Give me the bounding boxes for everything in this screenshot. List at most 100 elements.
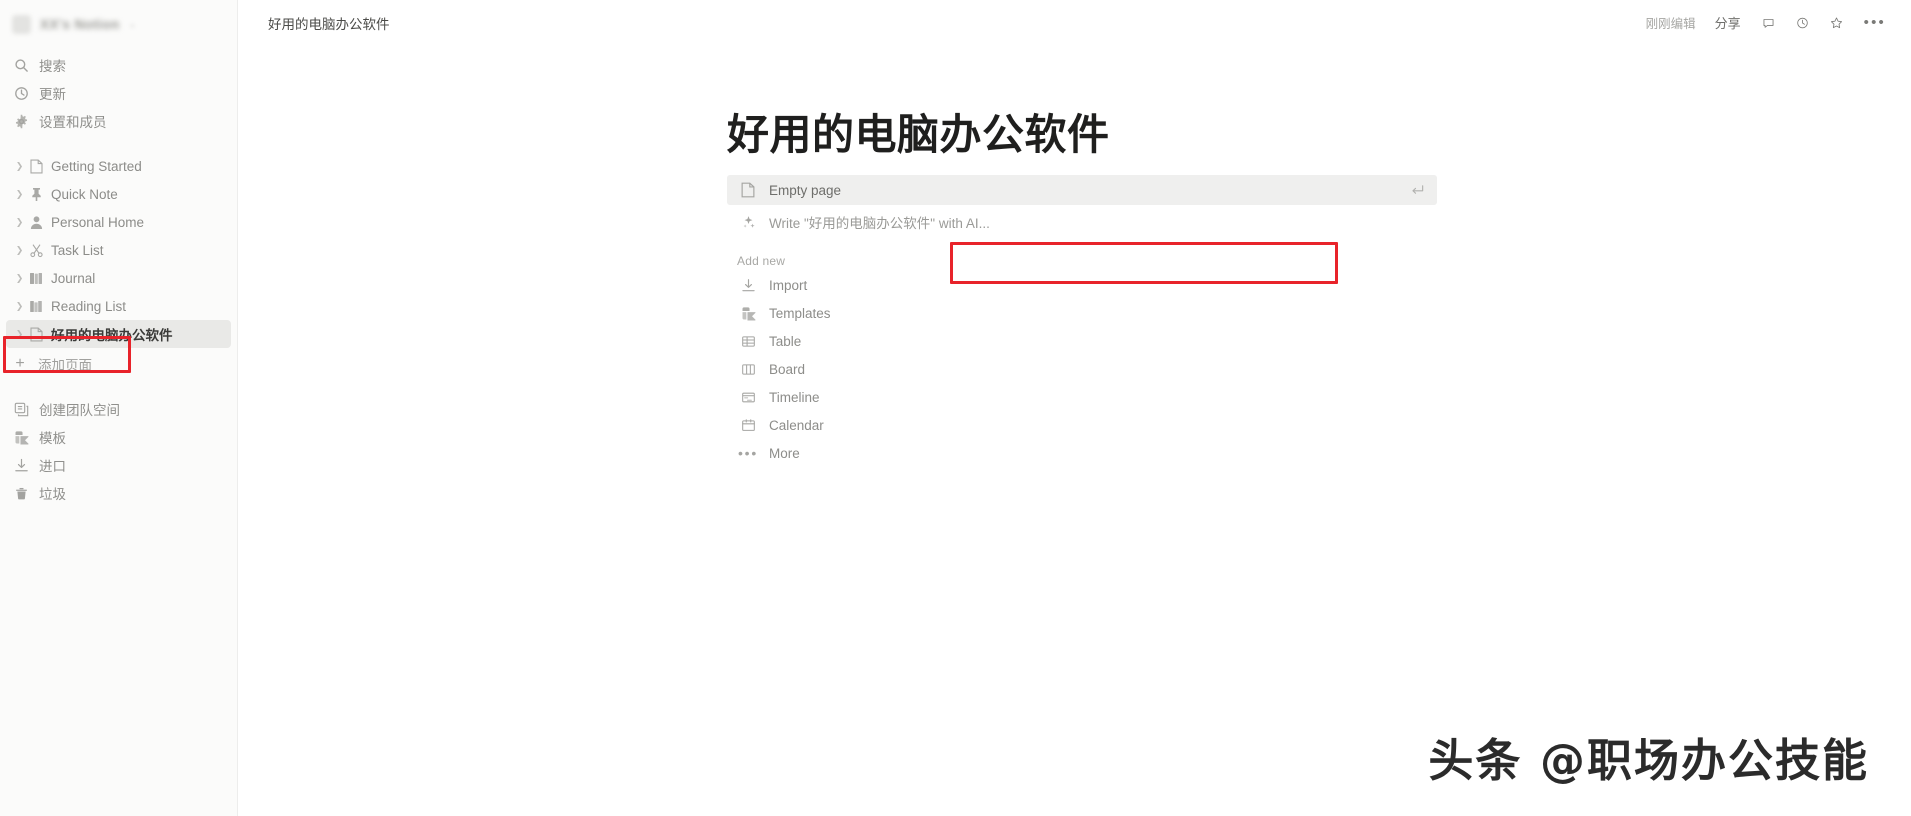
menu-item-label: Templates [769, 305, 831, 321]
chevron-right-icon[interactable]: ❯ [12, 301, 27, 312]
page-content: 好用的电脑办公软件 Empty page Write "好用的电脑办公软件" w… [238, 45, 1911, 467]
chevron-down-icon: ⌄ [128, 18, 137, 29]
pin-icon [27, 187, 45, 202]
document-icon [27, 327, 45, 342]
gear-icon [13, 113, 29, 129]
document-icon [737, 182, 759, 198]
menu-item-label: Table [769, 333, 802, 349]
sidebar-item-label: 进口 [39, 459, 66, 474]
menu-item-label: Write "好用的电脑办公软件" with AI... [769, 216, 990, 232]
menu-item-label: Board [769, 361, 806, 377]
ai-sparkle-icon [737, 215, 759, 230]
enter-key-icon [1410, 183, 1425, 198]
share-button[interactable]: 分享 [1707, 8, 1749, 37]
add-page-label: 添加页面 [38, 358, 92, 373]
plus-icon: + [15, 355, 25, 372]
sidebar-item-label: 搜索 [39, 59, 66, 74]
sidebar-item-settings[interactable]: 设置和成员 [6, 107, 231, 135]
menu-item-more[interactable]: ••• More [727, 439, 1437, 467]
import-icon [737, 278, 759, 293]
workspace-switcher[interactable]: XX's Notion ⌄ [6, 7, 231, 41]
menu-item-label: Import [769, 277, 808, 293]
menu-item-label: More [769, 445, 800, 461]
menu-item-templates[interactable]: Templates [727, 299, 1437, 327]
menu-item-empty-page[interactable]: Empty page [727, 175, 1437, 206]
new-page-menu: Empty page Write "好用的电脑办公软件" with AI... … [727, 175, 1437, 467]
workspace-avatar [12, 14, 31, 34]
top-bar: 好用的电脑办公软件 刚刚编辑 分享 ••• [238, 0, 1911, 45]
sidebar-page-label: Quick Note [51, 186, 118, 202]
more-dots-icon: ••• [737, 445, 759, 462]
menu-item-label: Empty page [769, 182, 842, 198]
books-icon [27, 299, 45, 314]
person-icon [27, 215, 45, 230]
menu-item-write-with-ai[interactable]: Write "好用的电脑办公软件" with AI... [727, 205, 1437, 239]
templates-icon [737, 306, 759, 321]
chevron-right-icon[interactable]: ❯ [12, 217, 27, 228]
sidebar-item-label: 更新 [39, 87, 66, 102]
teamspace-icon [13, 401, 29, 417]
notion-app-window: XX's Notion ⌄ 搜索 更新 设置和成员 ❯ Getting Star… [0, 0, 1911, 816]
menu-item-import[interactable]: Import [727, 271, 1437, 299]
sidebar-page-label: Personal Home [51, 214, 145, 230]
comment-icon[interactable] [1754, 9, 1783, 37]
top-bar-actions: 刚刚编辑 分享 ••• [1640, 8, 1894, 37]
last-edited-label: 刚刚编辑 [1645, 17, 1696, 31]
chevron-right-icon[interactable]: ❯ [12, 161, 27, 172]
chevron-right-icon[interactable]: ❯ [12, 329, 27, 340]
chevron-right-icon[interactable]: ❯ [12, 189, 27, 200]
sidebar-item-templates[interactable]: 模板 [6, 423, 231, 451]
sidebar-page-journal[interactable]: ❯ Journal [6, 264, 231, 292]
board-icon [737, 362, 759, 377]
sidebar-item-search[interactable]: 搜索 [6, 51, 231, 79]
sidebar-item-label: 模板 [39, 431, 66, 446]
menu-item-label: Calendar [769, 417, 824, 433]
sidebar-page-getting-started[interactable]: ❯ Getting Started [6, 152, 231, 180]
sidebar-page-label: Reading List [51, 298, 127, 314]
sidebar-item-updates[interactable]: 更新 [6, 79, 231, 107]
menu-item-calendar[interactable]: Calendar [727, 411, 1437, 439]
sidebar-item-create-teamspace[interactable]: 创建团队空间 [6, 395, 231, 423]
timeline-icon [737, 390, 759, 405]
sidebar-item-import[interactable]: 进口 [6, 451, 231, 479]
import-icon [13, 457, 29, 473]
sidebar-page-current[interactable]: ❯ 好用的电脑办公软件 [6, 320, 231, 348]
trash-icon [13, 485, 29, 501]
chevron-right-icon[interactable]: ❯ [12, 245, 27, 256]
add-new-section-label: Add new [737, 254, 786, 269]
menu-item-timeline[interactable]: Timeline [727, 383, 1437, 411]
menu-item-table[interactable]: Table [727, 327, 1437, 355]
add-page-button[interactable]: + 添加页面 [6, 350, 231, 378]
sidebar-page-label: Journal [51, 270, 96, 286]
sidebar-item-label: 垃圾 [39, 487, 66, 502]
search-icon [13, 57, 29, 73]
sidebar-page-label: Task List [51, 242, 104, 258]
book-icon [27, 271, 45, 286]
calendar-icon [737, 418, 759, 433]
sidebar-page-reading-list[interactable]: ❯ Reading List [6, 292, 231, 320]
menu-item-label: Timeline [769, 389, 820, 405]
sidebar-divider-gap [0, 135, 237, 152]
sidebar-page-quick-note[interactable]: ❯ Quick Note [6, 180, 231, 208]
sidebar-item-trash[interactable]: 垃圾 [6, 479, 231, 507]
breadcrumb[interactable]: 好用的电脑办公软件 [262, 10, 396, 36]
chevron-right-icon[interactable]: ❯ [12, 273, 27, 284]
main-area: 好用的电脑办公软件 刚刚编辑 分享 ••• 好用的电脑办公软件 Empty pa… [238, 0, 1911, 816]
sidebar-item-label: 创建团队空间 [39, 403, 120, 418]
menu-item-board[interactable]: Board [727, 355, 1437, 383]
watermark: 头条 @职场办公技能 [1428, 734, 1869, 787]
star-icon[interactable] [1822, 9, 1851, 37]
scissors-icon [27, 243, 45, 258]
sidebar-page-personal-home[interactable]: ❯ Personal Home [6, 208, 231, 236]
document-icon [27, 159, 45, 174]
workspace-name: XX's Notion [40, 16, 120, 32]
history-icon[interactable] [1788, 9, 1817, 37]
sidebar-page-label: 好用的电脑办公软件 [51, 328, 173, 343]
templates-icon [13, 429, 29, 445]
sidebar-page-task-list[interactable]: ❯ Task List [6, 236, 231, 264]
sidebar-item-label: 设置和成员 [39, 115, 107, 130]
page-title[interactable]: 好用的电脑办公软件 [727, 111, 1911, 159]
more-icon[interactable]: ••• [1856, 13, 1894, 33]
clock-icon [13, 85, 29, 101]
sidebar-page-label: Getting Started [51, 158, 142, 174]
